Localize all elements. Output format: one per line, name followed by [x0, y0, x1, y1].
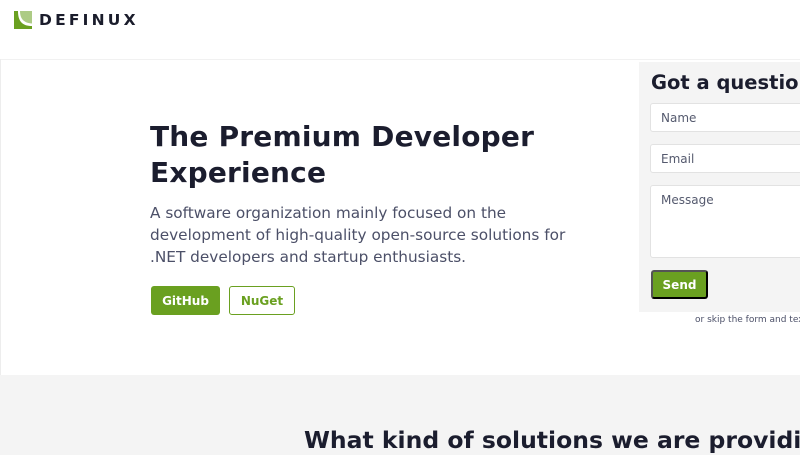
- site-header: DEFINUX: [0, 0, 800, 42]
- page: DEFINUX The Premium Developer Experience…: [0, 0, 800, 455]
- message-field[interactable]: [650, 185, 800, 258]
- brand-name: DEFINUX: [39, 11, 139, 29]
- nuget-button[interactable]: NuGet: [229, 286, 295, 315]
- hero-divider: [0, 59, 1, 375]
- solutions-title: What kind of solutions we are providing?: [304, 426, 800, 454]
- github-button[interactable]: GitHub: [151, 286, 220, 315]
- contact-form-title: Got a question?: [651, 71, 800, 94]
- email-field[interactable]: [650, 144, 800, 173]
- definux-logo-icon: [14, 11, 32, 29]
- name-field[interactable]: [650, 103, 800, 132]
- send-button[interactable]: Send: [651, 270, 708, 299]
- hero-subtitle: A software organization mainly focused o…: [150, 204, 566, 266]
- hero-title: The Premium Developer Experience: [150, 120, 535, 189]
- skip-form-text: or skip the form and text: [695, 315, 800, 325]
- logo-link[interactable]: DEFINUX: [12, 9, 139, 31]
